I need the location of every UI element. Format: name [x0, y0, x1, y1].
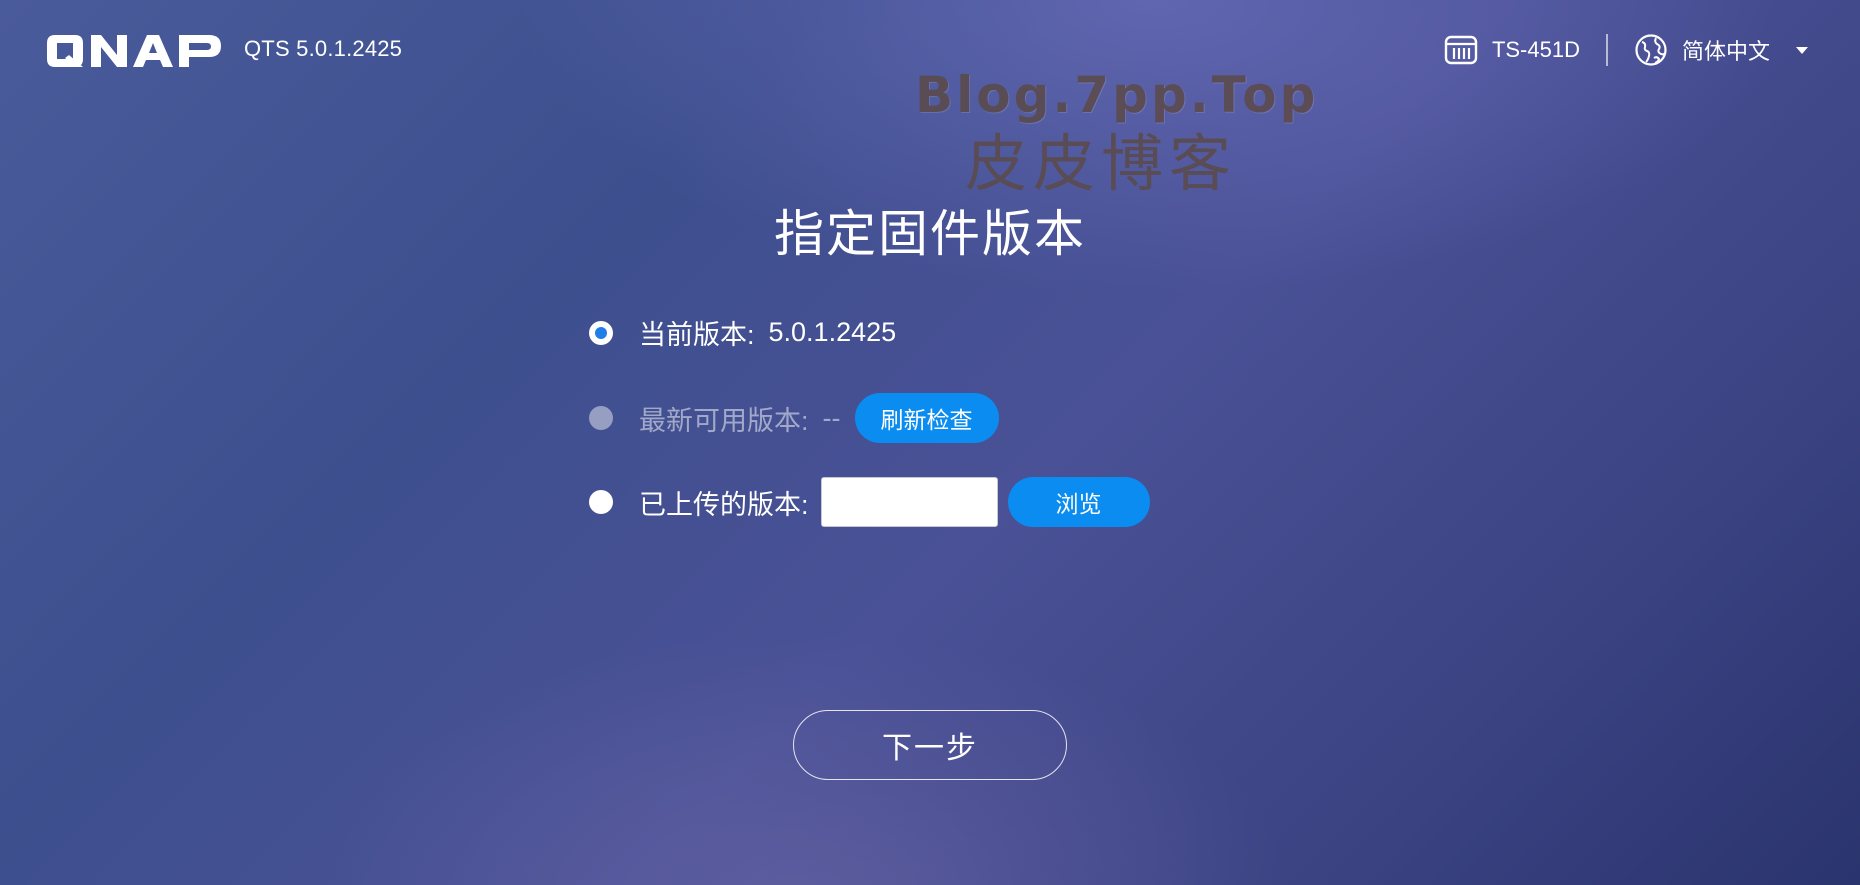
option-label: 最新可用版本: — [639, 405, 809, 436]
watermark-line-2: 皮皮博客 — [965, 130, 1238, 199]
language-label: 简体中文 — [1681, 39, 1770, 64]
option-value: -- — [822, 402, 841, 433]
radio-latest-version — [589, 406, 613, 430]
globe-icon — [1635, 34, 1667, 66]
os-version-label: QTS 5.0.1.2425 — [244, 36, 403, 61]
uploaded-file-field[interactable] — [820, 477, 998, 527]
qnap-logo — [47, 35, 221, 67]
radio-current-version[interactable] — [589, 320, 613, 345]
browse-button[interactable]: 浏览 — [1007, 477, 1150, 527]
language-selector[interactable]: 简体中文 — [1634, 33, 1808, 67]
radio-uploaded-version[interactable] — [589, 490, 613, 514]
option-value: 5.0.1.2425 — [768, 317, 897, 347]
page-title: 指定固件版本 — [774, 206, 1086, 262]
header-divider — [1605, 34, 1608, 66]
next-button[interactable]: 下一步 — [793, 710, 1067, 780]
option-current-version: 当前版本: 5.0.1.2425 — [589, 313, 896, 352]
model-info: TS-451D — [1444, 33, 1580, 67]
watermark: Blog.7pp.Top 皮皮博客 — [915, 65, 1315, 205]
refresh-check-button[interactable]: 刷新检查 — [854, 393, 999, 443]
caret-down-icon — [1796, 46, 1808, 54]
nas-device-icon — [1444, 35, 1478, 65]
option-uploaded-version: 已上传的版本: 浏览 — [589, 477, 1150, 527]
option-latest-version: 最新可用版本: -- 刷新检查 — [589, 393, 999, 443]
model-name: TS-451D — [1491, 37, 1580, 62]
option-label: 已上传的版本: — [639, 489, 809, 520]
option-label: 当前版本: — [639, 320, 755, 350]
header-right: TS-451D 简体中文 — [1444, 30, 1808, 70]
watermark-line-1: Blog.7pp.Top — [915, 66, 1319, 124]
